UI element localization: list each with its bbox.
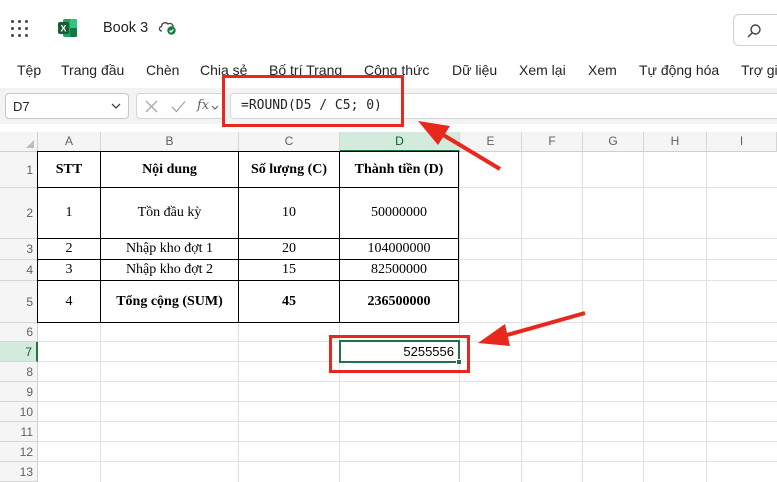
gridline [38, 381, 777, 382]
tab-help[interactable]: Trợ giúp [741, 62, 777, 78]
title-bar: X Book 3 [0, 0, 777, 56]
table-header-cell[interactable]: Thành tiền (D) [339, 151, 459, 188]
cancel-icon[interactable] [145, 100, 158, 113]
gridline [582, 152, 583, 482]
table-cell[interactable]: 4 [37, 280, 101, 323]
tab-file[interactable]: Tệp [17, 62, 41, 78]
table-cell[interactable]: 50000000 [339, 187, 459, 239]
tab-home[interactable]: Trang đầu [61, 62, 124, 78]
tab-page-layout[interactable]: Bố trí Trang [269, 62, 342, 78]
row-header-6[interactable]: 6 [0, 323, 38, 342]
row-header-4[interactable]: 4 [0, 260, 38, 281]
tab-share[interactable]: Chia sẻ [200, 62, 247, 78]
row-header-5[interactable]: 5 [0, 281, 38, 323]
tab-formulas[interactable]: Công thức [364, 62, 429, 78]
worksheet-grid[interactable]: A B C D E F G H I 1 2 3 4 5 6 7 8 9 10 1… [0, 128, 777, 482]
gridline [521, 152, 522, 482]
table-cell[interactable]: 10 [238, 187, 340, 239]
formula-input[interactable]: =ROUND(D5 / C5; 0) [230, 93, 777, 119]
cloud-saved-icon[interactable] [157, 18, 177, 36]
row-header-8[interactable]: 8 [0, 362, 38, 382]
name-box-value: D7 [13, 99, 30, 114]
row-header-9[interactable]: 9 [0, 382, 38, 402]
table-cell[interactable]: Tổng cộng (SUM) [100, 280, 239, 323]
tab-insert[interactable]: Chèn [146, 62, 179, 78]
tab-automate[interactable]: Tự động hóa [639, 62, 719, 78]
column-header-i[interactable]: I [707, 132, 777, 152]
table-cell[interactable]: 104000000 [339, 238, 459, 260]
row-header-13[interactable]: 13 [0, 462, 38, 482]
row-header-12[interactable]: 12 [0, 442, 38, 462]
select-all-button[interactable] [0, 132, 38, 152]
row-header-3[interactable]: 3 [0, 239, 38, 260]
name-box[interactable]: D7 [5, 93, 129, 119]
gridline [706, 152, 707, 482]
active-cell-d7[interactable]: 5255556 [339, 340, 462, 365]
ribbon-tabs: Tệp Trang đầu Chèn Chia sẻ Bố trí Trang … [0, 56, 777, 86]
gridline [38, 441, 777, 442]
svg-text:X: X [60, 24, 66, 34]
active-cell-value: 5255556 [403, 344, 454, 359]
fill-handle[interactable] [456, 359, 462, 365]
column-header-e[interactable]: E [460, 132, 522, 152]
table-cell[interactable]: 2 [37, 238, 101, 260]
table-cell[interactable]: 20 [238, 238, 340, 260]
search-icon [747, 24, 761, 38]
chevron-down-icon [111, 103, 121, 109]
table-cell[interactable]: 82500000 [339, 259, 459, 281]
table-cell[interactable]: 45 [238, 280, 340, 323]
table-cell[interactable]: 15 [238, 259, 340, 281]
gridline [643, 152, 644, 482]
tab-review[interactable]: Xem lại [519, 62, 566, 78]
formula-text: =ROUND(D5 / C5; 0) [241, 98, 382, 113]
column-header-g[interactable]: G [583, 132, 644, 152]
column-header-c[interactable]: C [239, 132, 340, 152]
insert-function-icon[interactable]: fx [197, 98, 209, 113]
gridline [459, 152, 460, 482]
table-cell[interactable]: 236500000 [339, 280, 459, 323]
row-header-10[interactable]: 10 [0, 402, 38, 422]
table-header-cell[interactable]: Số lượng (C) [238, 151, 340, 188]
enter-check-icon[interactable] [171, 100, 186, 113]
table-cell[interactable]: Tồn đầu kỳ [100, 187, 239, 239]
tab-data[interactable]: Dữ liệu [452, 62, 497, 78]
row-header-7[interactable]: 7 [0, 342, 38, 362]
column-header-d[interactable]: D [340, 132, 460, 152]
row-header-11[interactable]: 11 [0, 422, 38, 442]
table-header-cell[interactable]: STT [37, 151, 101, 188]
excel-icon: X [58, 19, 77, 37]
table-header-cell[interactable]: Nội dung [100, 151, 239, 188]
gridline [38, 401, 777, 402]
gridline [38, 461, 777, 462]
select-all-icon [26, 140, 34, 148]
document-title[interactable]: Book 3 [103, 20, 148, 36]
table-cell[interactable]: Nhập kho đợt 2 [100, 259, 239, 281]
row-header-1[interactable]: 1 [0, 152, 38, 188]
tab-view[interactable]: Xem [588, 62, 617, 78]
column-header-a[interactable]: A [38, 132, 101, 152]
formula-bar: D7 fx =ROUND(D5 / C5; 0) [0, 88, 777, 124]
column-header-f[interactable]: F [522, 132, 583, 152]
formula-actions: fx [136, 93, 224, 119]
column-header-h[interactable]: H [644, 132, 707, 152]
row-header-2[interactable]: 2 [0, 188, 38, 239]
chevron-down-icon[interactable] [211, 105, 219, 110]
app-launcher-icon[interactable] [11, 20, 28, 37]
table-cell[interactable]: 3 [37, 259, 101, 281]
gridline [38, 421, 777, 422]
table-cell[interactable]: Nhập kho đợt 1 [100, 238, 239, 260]
search-button[interactable] [733, 14, 777, 46]
column-header-b[interactable]: B [101, 132, 239, 152]
table-cell[interactable]: 1 [37, 187, 101, 239]
